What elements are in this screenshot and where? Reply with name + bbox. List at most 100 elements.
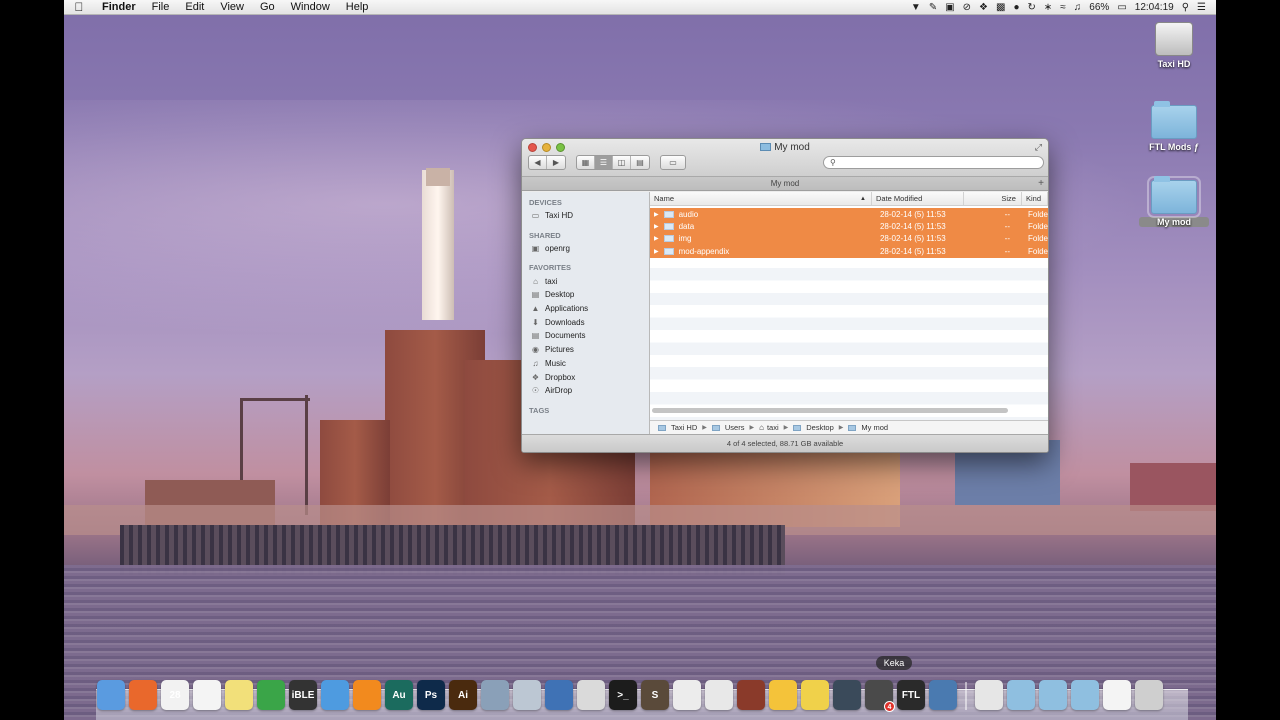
keka-icon[interactable]: 4 bbox=[865, 680, 895, 712]
script-editor-icon[interactable] bbox=[577, 680, 605, 710]
forward-button[interactable]: ▶ bbox=[547, 156, 565, 169]
time-machine-icon[interactable]: ↻ bbox=[1028, 2, 1036, 13]
path-item-my-mod[interactable]: My mod bbox=[861, 423, 888, 432]
toggle-tags-button[interactable]: ▭ bbox=[661, 156, 685, 169]
table-row[interactable]: ▶ data 28-02-14 (5) 11:53 -- Folde bbox=[649, 220, 1048, 233]
battery-icon[interactable]: ▭ bbox=[1117, 2, 1126, 13]
search-field[interactable]: ⚲ bbox=[823, 156, 1044, 169]
illustrator-icon[interactable]: Ai bbox=[449, 680, 477, 710]
applications-stack-icon[interactable] bbox=[1007, 680, 1035, 710]
alien-icon[interactable] bbox=[833, 680, 861, 710]
status-icon[interactable]: ● bbox=[1013, 2, 1019, 13]
reminders-icon[interactable] bbox=[193, 680, 221, 710]
path-item-desktop[interactable]: Desktop bbox=[806, 423, 834, 432]
column-header-size[interactable]: Size bbox=[964, 192, 1022, 205]
sidebar-item-downloads[interactable]: ⬇ Downloads bbox=[522, 315, 649, 329]
menu-app-finder[interactable]: Finder bbox=[94, 1, 144, 13]
sidebar-item-airdrop[interactable]: ☉ AirDrop bbox=[522, 384, 649, 398]
sidebar-item-pictures[interactable]: ◉ Pictures bbox=[522, 343, 649, 357]
path-item-users[interactable]: Users bbox=[725, 423, 745, 432]
monitor-icon[interactable]: ▩ bbox=[996, 2, 1005, 13]
sidebar-item-music[interactable]: ♫ Music bbox=[522, 357, 649, 371]
weather-icon[interactable] bbox=[769, 680, 797, 710]
vlc-icon[interactable] bbox=[353, 680, 381, 710]
preview-icon[interactable] bbox=[481, 680, 509, 710]
back-button[interactable]: ◀ bbox=[529, 156, 547, 169]
terminal-icon[interactable]: >_ bbox=[609, 680, 637, 710]
sidebar-item-desktop[interactable]: ▤ Desktop bbox=[522, 288, 649, 302]
star-badge-icon[interactable] bbox=[801, 680, 829, 710]
sidebar-item-taxi[interactable]: ⌂ taxi bbox=[522, 274, 649, 288]
photo-booth-icon[interactable] bbox=[929, 680, 957, 710]
itunes-icon[interactable] bbox=[321, 680, 349, 710]
apple-menu-icon[interactable]:  bbox=[64, 0, 94, 14]
virtualbox-icon[interactable] bbox=[545, 680, 573, 710]
fullscreen-icon[interactable]: ⤢ bbox=[1035, 142, 1042, 153]
textedit-icon[interactable] bbox=[673, 680, 701, 710]
menu-view[interactable]: View bbox=[212, 1, 252, 13]
sidebar-item-documents[interactable]: ▤ Documents bbox=[522, 329, 649, 343]
game-character-icon[interactable] bbox=[737, 680, 765, 710]
disclosure-triangle-icon[interactable]: ▶ bbox=[654, 211, 659, 218]
wifi-icon[interactable]: ≈ bbox=[1060, 2, 1066, 13]
photoshop-icon[interactable]: Ps bbox=[417, 680, 445, 710]
documents-stack-icon[interactable] bbox=[1039, 680, 1067, 710]
audition-icon[interactable]: Au bbox=[385, 680, 413, 710]
column-header-kind[interactable]: Kind bbox=[1022, 192, 1048, 205]
new-tab-button[interactable]: + bbox=[1038, 177, 1044, 190]
sidebar-item-applications[interactable]: ▲ Applications bbox=[522, 302, 649, 316]
ible-icon[interactable]: iBLE bbox=[289, 680, 317, 710]
table-row[interactable]: ▶ audio 28-02-14 (5) 11:53 -- Folde bbox=[649, 208, 1048, 221]
sidebar-item-dropbox[interactable]: ❖ Dropbox bbox=[522, 370, 649, 384]
vpn-icon[interactable]: ▼ bbox=[911, 2, 921, 13]
menu-window[interactable]: Window bbox=[283, 1, 338, 13]
calendar-icon[interactable]: 28 bbox=[161, 680, 189, 710]
path-item-taxi-hd[interactable]: Taxi HD bbox=[671, 423, 697, 432]
sidebar-item-openrg[interactable]: ▣ openrg bbox=[522, 242, 649, 256]
window-titlebar[interactable]: My mod ⤢ ◀ ▶ ▦ ☰ ◫ ▤ ▭ ⚲ bbox=[522, 139, 1048, 177]
menu-go[interactable]: Go bbox=[252, 1, 283, 13]
volume-icon[interactable]: ♫ bbox=[1074, 2, 1082, 13]
menu-clock[interactable]: 12:04:19 bbox=[1135, 2, 1174, 13]
desktop-icon-taxi-hd[interactable]: Taxi HD bbox=[1139, 22, 1209, 69]
path-item-taxi[interactable]: taxi bbox=[767, 423, 779, 432]
trash-icon[interactable] bbox=[1135, 680, 1163, 710]
notification-center-icon[interactable]: ☰ bbox=[1197, 2, 1206, 13]
desktop-icon-my-mod[interactable]: My mod bbox=[1139, 176, 1209, 227]
list-view-button[interactable]: ☰ bbox=[595, 156, 613, 169]
firefox-icon[interactable] bbox=[129, 680, 157, 710]
column-header-date-modified[interactable]: Date Modified bbox=[872, 192, 964, 205]
clipboard-icon[interactable]: ✎ bbox=[929, 2, 937, 13]
table-row[interactable]: ▶ img 28-02-14 (5) 11:53 -- Folde bbox=[649, 232, 1048, 246]
disclosure-triangle-icon[interactable]: ▶ bbox=[654, 235, 659, 242]
spotlight-icon[interactable]: ⚲ bbox=[1182, 2, 1189, 13]
table-row[interactable]: ▶ mod-appendix 28-02-14 (5) 11:53 -- Fold… bbox=[649, 245, 1048, 258]
sublime-icon[interactable]: S bbox=[641, 680, 669, 710]
no-sleep-icon[interactable]: ⊘ bbox=[963, 2, 971, 13]
battery-percent[interactable]: 66% bbox=[1089, 2, 1109, 13]
icon-view-button[interactable]: ▦ bbox=[577, 156, 595, 169]
cover-flow-button[interactable]: ▤ bbox=[631, 156, 649, 169]
menu-help[interactable]: Help bbox=[338, 1, 377, 13]
window-stack-icon[interactable] bbox=[1103, 680, 1131, 710]
menu-file[interactable]: File bbox=[144, 1, 178, 13]
stickies-icon[interactable] bbox=[225, 680, 253, 710]
desktop-icon-ftl-mods[interactable]: FTL Mods ƒ bbox=[1139, 101, 1209, 152]
tab-my-mod[interactable]: My mod bbox=[771, 179, 799, 188]
disclosure-triangle-icon[interactable]: ▶ bbox=[654, 223, 659, 230]
downloads-stack-icon[interactable] bbox=[1071, 680, 1099, 710]
menu-edit[interactable]: Edit bbox=[177, 1, 212, 13]
ftl-icon[interactable]: FTL bbox=[897, 680, 925, 710]
disclosure-triangle-icon[interactable]: ▶ bbox=[654, 248, 659, 255]
font-book-icon[interactable] bbox=[705, 680, 733, 710]
column-view-button[interactable]: ◫ bbox=[613, 156, 631, 169]
column-header-name[interactable]: Name ▲ bbox=[650, 192, 872, 205]
safari-compass-icon[interactable] bbox=[513, 680, 541, 710]
screen-record-icon[interactable]: ▣ bbox=[945, 2, 954, 13]
evernote-icon[interactable] bbox=[257, 680, 285, 710]
dropbox-menu-icon[interactable]: ❖ bbox=[979, 2, 988, 13]
jar-file-icon[interactable] bbox=[975, 680, 1003, 710]
sidebar-item-taxi-hd[interactable]: ▭ Taxi HD bbox=[522, 209, 649, 223]
bluetooth-icon[interactable]: ∗ bbox=[1044, 2, 1052, 13]
horizontal-scrollbar[interactable] bbox=[651, 408, 1008, 413]
